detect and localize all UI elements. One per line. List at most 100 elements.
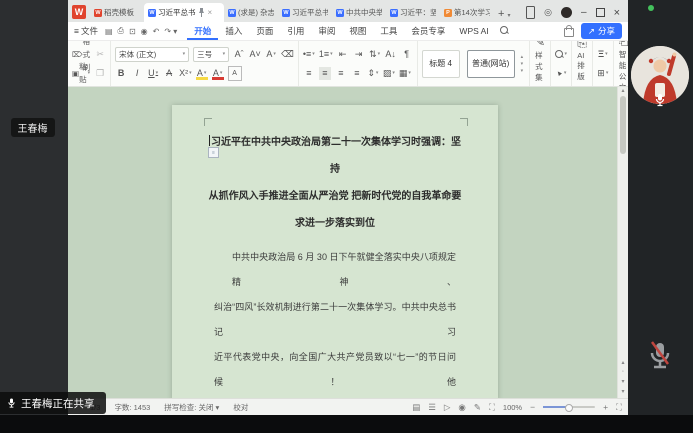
maximize-button[interactable] bbox=[595, 8, 605, 17]
undo-icon[interactable]: ↶ bbox=[153, 27, 160, 36]
eye-protect-icon[interactable]: ◉ bbox=[458, 402, 465, 413]
tab-document-6[interactable]: P 第14次学习研讨( bbox=[440, 3, 494, 22]
increase-indent-icon[interactable]: ⇥ bbox=[353, 48, 365, 61]
lock-icon[interactable] bbox=[563, 25, 574, 37]
paragraph-mark-icon[interactable]: ¶ bbox=[401, 48, 413, 61]
decrease-font-icon[interactable]: A˅ bbox=[249, 48, 261, 61]
tab-close-icon[interactable]: × bbox=[208, 8, 213, 17]
style-normal-web[interactable]: 普通(网站) bbox=[466, 49, 515, 78]
bullet-list-icon[interactable]: •≡ ▾ bbox=[303, 48, 315, 61]
cut-icon[interactable]: ✂ bbox=[94, 48, 106, 61]
line-spacing-icon[interactable]: ⇕ ▾ bbox=[367, 67, 379, 80]
bold-button[interactable]: B bbox=[115, 67, 127, 80]
shading-icon[interactable]: ▨ ▾ bbox=[383, 67, 395, 80]
ai-layout-button[interactable]: ⎘ AI 排版 ▾ bbox=[572, 41, 593, 86]
menu-home[interactable]: 开始 bbox=[187, 22, 218, 40]
increase-font-icon[interactable]: Aˆ bbox=[233, 48, 245, 61]
align-left-icon[interactable]: ≡ bbox=[303, 67, 315, 80]
scroll-down-icon[interactable]: ▾ bbox=[621, 388, 624, 395]
share-button[interactable]: ↗ 分享 bbox=[580, 23, 622, 39]
align-justify-icon[interactable]: ≡ bbox=[351, 67, 363, 80]
tab-active-document[interactable]: W 习近平总书 × bbox=[144, 3, 224, 22]
zoom-in-icon[interactable]: + bbox=[603, 402, 608, 412]
style-set-button[interactable]: ✎ 样式集 ▾ bbox=[530, 41, 552, 86]
word-count[interactable]: 字数: 1453 bbox=[114, 402, 150, 413]
menu-review[interactable]: 审阅 bbox=[311, 22, 342, 40]
menu-tools[interactable]: 工具 bbox=[373, 22, 404, 40]
format-painter-button[interactable]: ⌦ 格式刷 bbox=[72, 41, 90, 72]
spellcheck-status[interactable]: 拼写检查: 关闭 ▾ bbox=[164, 402, 219, 413]
highlight-color-button[interactable]: A ▾ bbox=[196, 67, 208, 80]
text-direction-icon[interactable]: ⇅ ▾ bbox=[369, 48, 381, 61]
proofread-button[interactable]: 校对 bbox=[233, 402, 248, 413]
font-name-select[interactable]: 宋体 (正文) ▾ bbox=[115, 46, 190, 62]
menu-member[interactable]: 会员专享 bbox=[404, 22, 452, 40]
next-page-icon[interactable]: ▾ bbox=[621, 378, 624, 385]
pin-icon[interactable] bbox=[198, 8, 205, 17]
scroll-up-icon[interactable]: ▴ bbox=[621, 87, 624, 94]
find-icon[interactable]: ▾ bbox=[555, 48, 567, 61]
globe-icon[interactable]: ◎ bbox=[544, 8, 552, 17]
new-tab-button[interactable]: + ▾ bbox=[498, 8, 511, 20]
menu-page[interactable]: 页面 bbox=[249, 22, 280, 40]
underline-button[interactable]: U ▾ bbox=[147, 67, 159, 80]
italic-button[interactable]: I bbox=[131, 67, 143, 80]
fit-page-icon[interactable]: ⛶ bbox=[489, 402, 495, 413]
fullscreen-icon[interactable]: ⛶ bbox=[616, 402, 622, 413]
menu-insert[interactable]: 插入 bbox=[218, 22, 249, 40]
minimize-button[interactable]: – bbox=[581, 7, 587, 18]
vertical-scrollbar[interactable]: ▴ ▴ ◦ ▾ ▾ bbox=[617, 87, 628, 398]
search-icon[interactable] bbox=[499, 26, 508, 36]
menu-view[interactable]: 视图 bbox=[342, 22, 373, 40]
menu-file[interactable]: ≡ 文件 bbox=[74, 25, 98, 37]
zoom-out-icon[interactable]: − bbox=[530, 402, 535, 412]
outline-view-icon[interactable]: ☰ bbox=[428, 402, 436, 413]
scrollbar-thumb[interactable] bbox=[620, 96, 626, 154]
smart-doc-button[interactable]: ⎗ 智能公文 bbox=[614, 41, 628, 86]
prev-page-icon[interactable]: ▴ bbox=[621, 359, 624, 366]
export-icon[interactable]: ⎙ bbox=[118, 26, 124, 36]
strikethrough-button[interactable]: A bbox=[163, 67, 175, 80]
select-cursor-icon[interactable]: ▲ ▾ bbox=[555, 67, 567, 80]
menu-reference[interactable]: 引用 bbox=[280, 22, 311, 40]
preview-icon[interactable]: ◉ bbox=[141, 27, 148, 36]
sort-icon[interactable]: A↓ bbox=[385, 48, 397, 61]
align-center-icon[interactable]: ≡ bbox=[318, 66, 331, 80]
paragraph-handle-icon[interactable]: ≡ bbox=[208, 147, 219, 158]
page-view-icon[interactable]: ▤ bbox=[412, 402, 420, 413]
tab-document-2[interactable]: W (求是) 杂志发表 bbox=[224, 3, 278, 22]
sharing-notice[interactable]: 王春梅正在共享 bbox=[0, 392, 106, 414]
font-color-button[interactable]: A ▾ bbox=[212, 67, 224, 80]
close-button[interactable]: × bbox=[614, 7, 620, 19]
page-nav-icon[interactable]: ◦ bbox=[622, 369, 624, 375]
redo-icon[interactable]: ↷ ▾ bbox=[164, 27, 177, 36]
style-gallery-arrows[interactable]: ▴ ▾ ▾ bbox=[519, 54, 526, 74]
batch-tool-icon[interactable]: ⊞ ▾ bbox=[597, 67, 609, 80]
menu-wps-ai[interactable]: WPS AI bbox=[452, 22, 495, 40]
tab-document-3[interactable]: W 习近平总书记勉励 bbox=[278, 3, 332, 22]
align-right-icon[interactable]: ≡ bbox=[335, 67, 347, 80]
font-size-select[interactable]: 三号 ▾ bbox=[193, 46, 230, 62]
document-page[interactable]: ≡ 习近平在中共中央政治局第二十一次集体学习时强调：坚持 从抓作风入手推进全面从… bbox=[172, 105, 498, 398]
numbered-list-icon[interactable]: 1≡ ▾ bbox=[319, 48, 333, 61]
read-mode-icon[interactable]: ▷ bbox=[444, 402, 451, 413]
print-icon[interactable]: ⊡ bbox=[129, 27, 136, 36]
text-effects-icon[interactable]: A ▾ bbox=[265, 48, 277, 61]
account-avatar-icon[interactable] bbox=[561, 7, 572, 18]
borders-icon[interactable]: ▦ ▾ bbox=[399, 67, 411, 80]
paste-button[interactable]: ▣ 粘贴 ▾ bbox=[72, 62, 90, 84]
copy-icon[interactable]: ❐ bbox=[94, 67, 106, 80]
edit-mode-icon[interactable]: ✎ bbox=[474, 402, 481, 413]
mobile-device-icon[interactable] bbox=[526, 6, 536, 19]
char-shading-button[interactable]: A bbox=[227, 65, 242, 81]
muted-mic-icon[interactable] bbox=[645, 340, 675, 374]
save-icon[interactable]: ▤ bbox=[105, 27, 113, 36]
style-heading4[interactable]: 标题 4 bbox=[421, 49, 460, 78]
zoom-level[interactable]: 100% bbox=[503, 403, 522, 412]
clear-format-icon[interactable]: ⌫ bbox=[281, 48, 294, 61]
wps-logo-icon[interactable]: W bbox=[72, 5, 86, 19]
document-area[interactable]: ≡ 习近平在中共中央政治局第二十一次集体学习时强调：坚持 从抓作风入手推进全面从… bbox=[68, 87, 628, 398]
decrease-indent-icon[interactable]: ⇤ bbox=[337, 48, 349, 61]
text-tool-icon[interactable]: 𝚵 ▾ bbox=[597, 48, 609, 61]
zoom-slider[interactable] bbox=[543, 404, 596, 412]
